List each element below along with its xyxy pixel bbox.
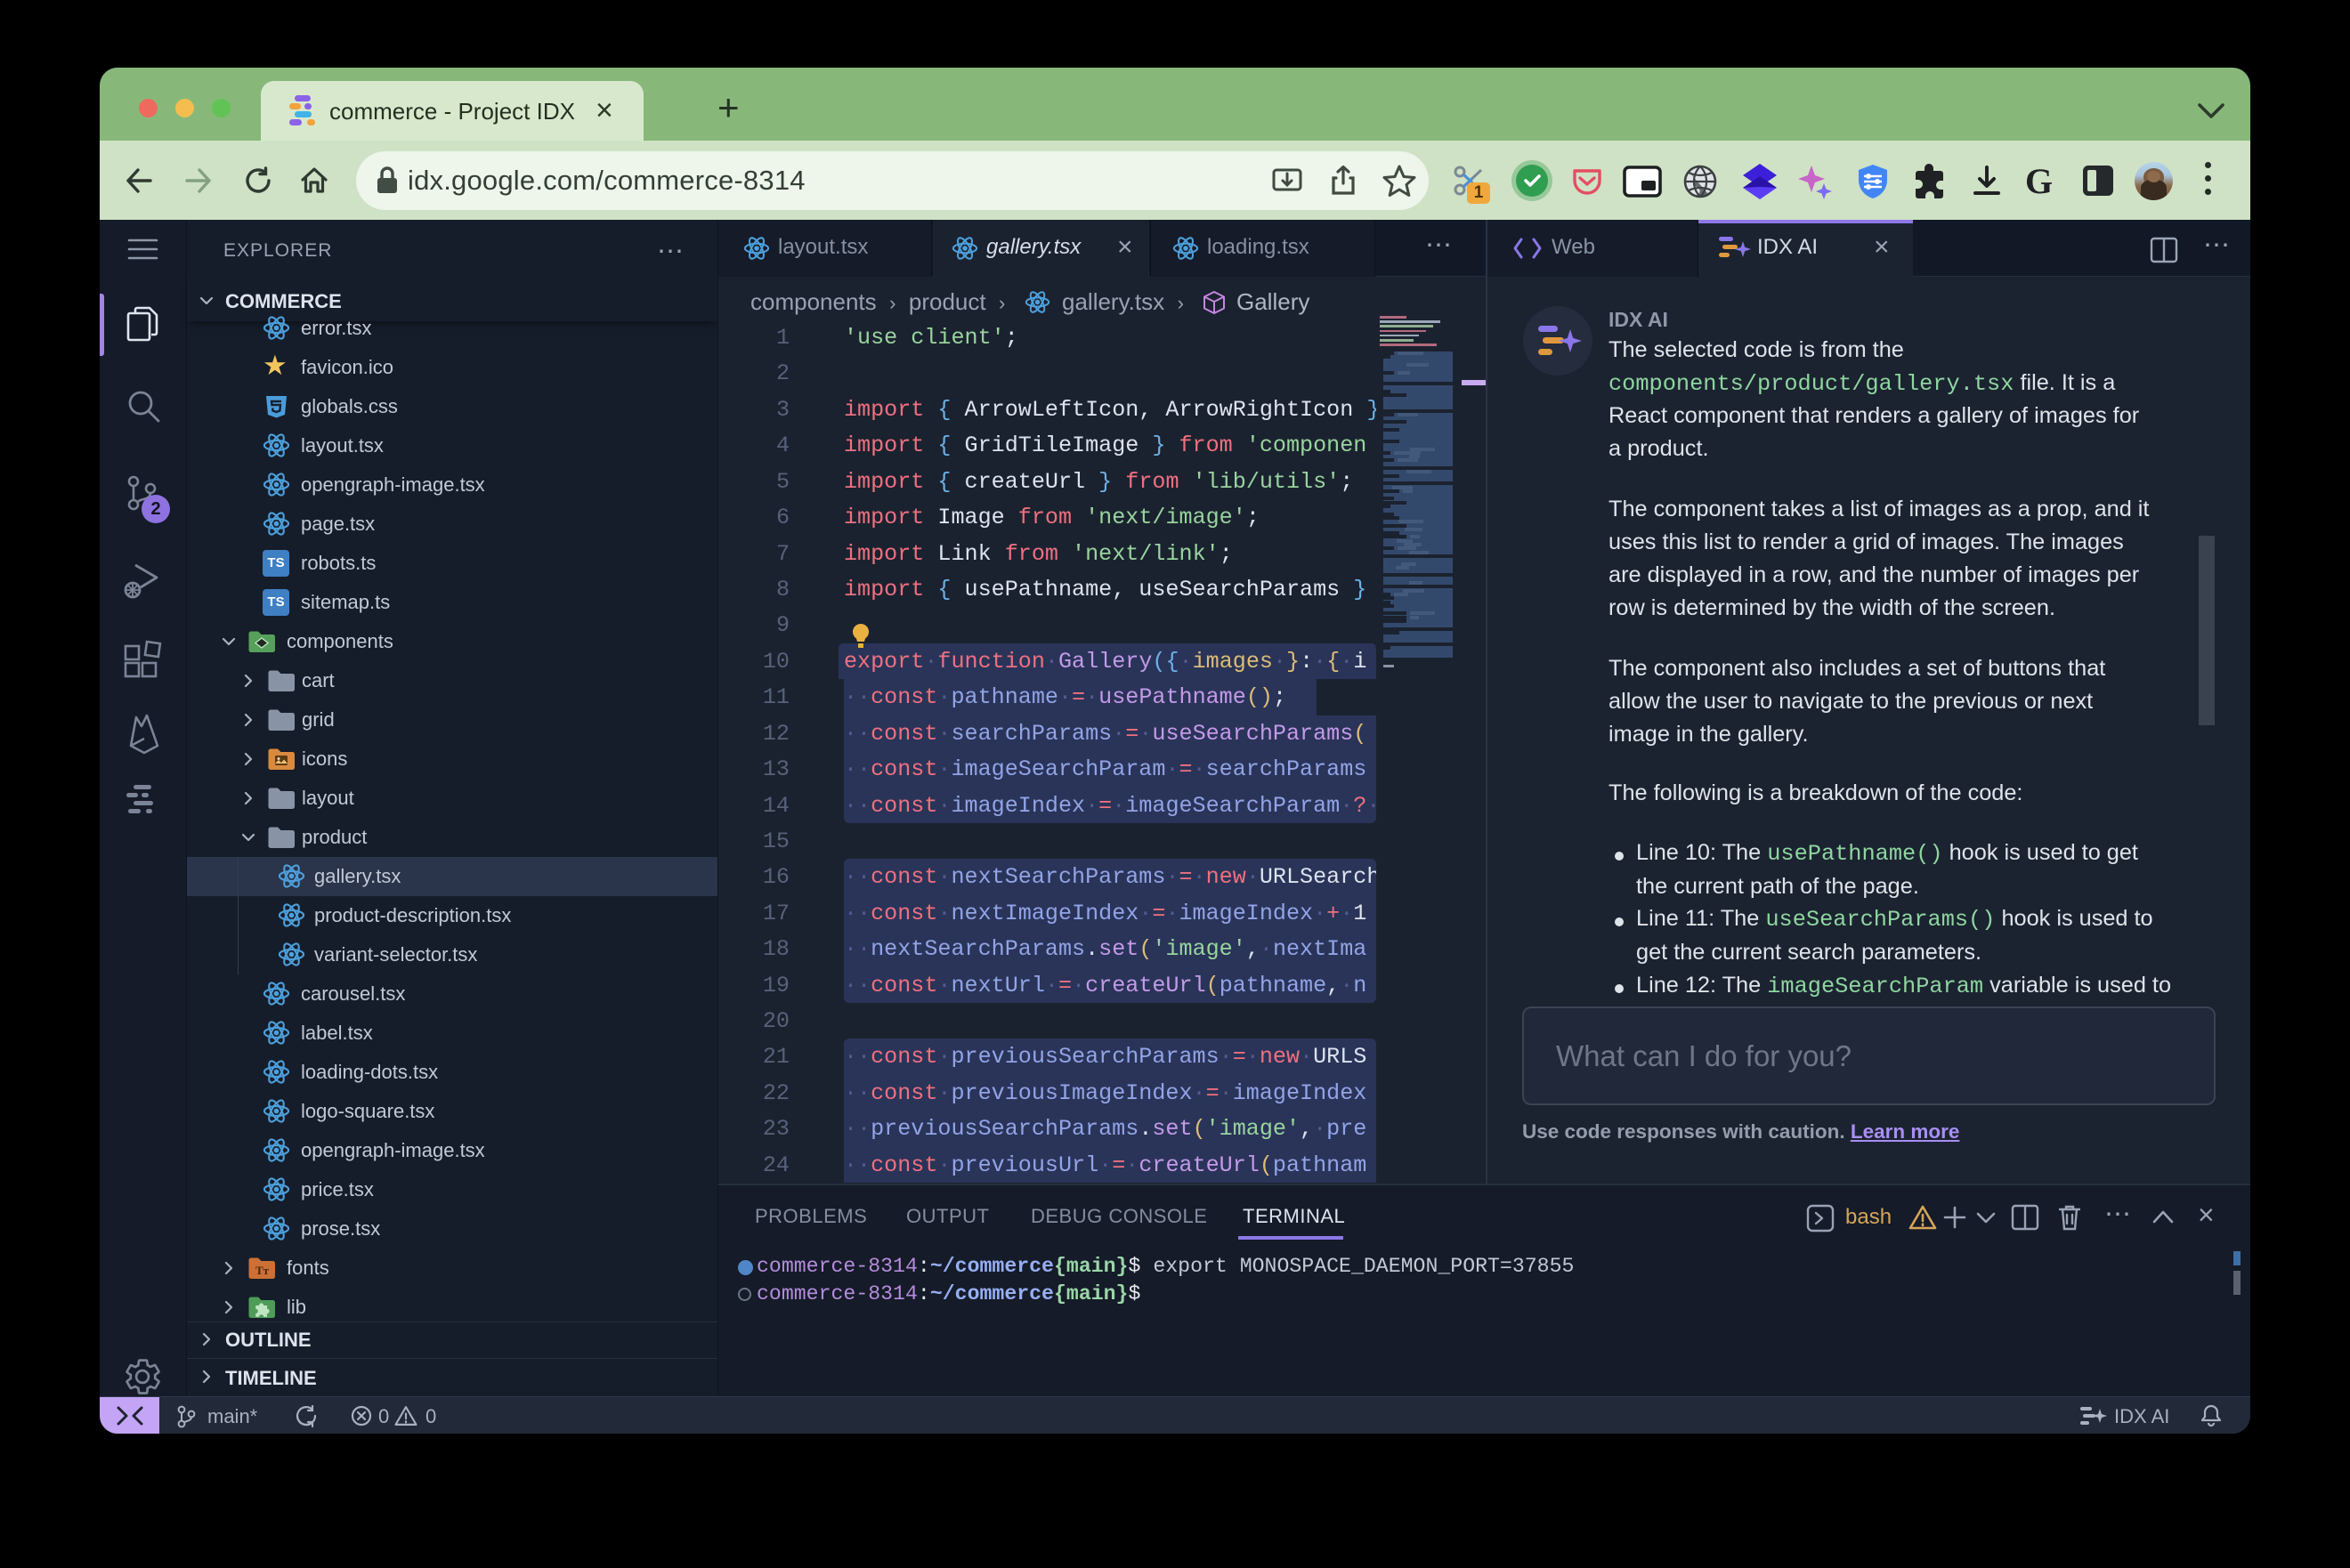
svg-text:Tт: Tт [255, 1264, 270, 1277]
